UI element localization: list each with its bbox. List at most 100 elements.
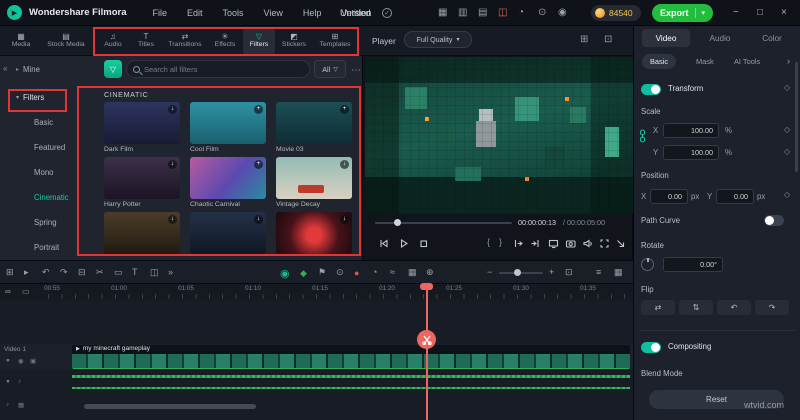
menu-file[interactable]: File [143,8,178,18]
filter-thumbnail[interactable]: ↓ [276,157,352,199]
coins-badge[interactable]: 84540 [591,5,641,21]
scale-y-keyframe-icon[interactable]: ◇ [784,148,790,156]
tab-audio-props[interactable]: Audio [696,29,744,47]
display-mode-icon[interactable] [548,236,559,254]
marker-icon[interactable]: ⚑ [318,268,326,277]
rotate-ccw-button[interactable]: ↶ [717,300,751,315]
filter-card-movie-03[interactable]: + Movie 03 [276,102,352,154]
scale-y-input[interactable]: 100.00 [663,145,719,160]
redo-icon[interactable]: ↷ [60,268,68,277]
player-grid-view-icon[interactable]: ⊞ [580,35,588,45]
add-icon[interactable]: + [340,105,349,114]
sidebar-item-mine[interactable]: ▸ Mine [16,66,40,74]
player-expand-icon[interactable]: ⊡ [604,35,612,45]
filter-card-vintage-decay[interactable]: ↓ Vintage Decay [276,157,352,209]
compositing-toggle[interactable] [641,342,661,353]
track-manager-icon[interactable]: ▦ [408,268,417,277]
layout-icon[interactable]: ▤ [478,8,487,18]
scale-x-keyframe-icon[interactable]: ◇ [784,126,790,134]
filter-card-cool-film[interactable]: + Cool Film [190,102,266,154]
export-button[interactable]: Export ▾ [652,4,714,22]
media-browser-icon[interactable]: ⊞ [6,268,14,277]
audio-mixer-icon[interactable]: ≈ [390,268,395,277]
filter-card-dark-film[interactable]: ↓ Dark Film [104,102,180,154]
zoom-slider-handle[interactable] [514,269,521,276]
subtab-mask[interactable]: Mask [688,54,722,69]
track-mute-icon[interactable]: ● [6,357,10,364]
rotate-dial[interactable] [641,258,654,271]
rotate-input[interactable]: 0.00° [663,257,723,272]
sidebar-item-mono[interactable]: Mono [34,169,54,177]
notification-icon[interactable]: ◔ [518,8,524,18]
filter-card[interactable]: ↓ [276,212,352,254]
track-lock-icon[interactable]: ▣ [30,357,36,365]
tab-stock-media[interactable]: ▤ Stock Media [42,27,90,55]
crop-icon[interactable]: ▭ [114,268,123,277]
link-scale-icon[interactable] [638,129,647,148]
tab-stickers[interactable]: ◩ Stickers [277,27,311,55]
download-icon[interactable]: ↓ [168,160,177,169]
filter-thumbnail[interactable]: ↓ [104,157,180,199]
sidebar-item-spring[interactable]: Spring [34,219,57,227]
filter-card[interactable]: ↓ [190,212,266,254]
filter-thumbnail[interactable]: + [276,102,352,144]
sidebar-item-portrait[interactable]: Portrait [34,244,59,252]
close-button[interactable]: × [781,7,787,18]
tab-media[interactable]: ▦ Media [2,27,40,55]
download-icon[interactable]: ↓ [340,215,349,224]
track-grid-icon[interactable]: ▦ [18,401,24,409]
stop-icon[interactable] [418,236,429,254]
sidebar-item-cinematic[interactable]: Cinematic [34,194,69,202]
filter-card-harry-potter[interactable]: ↓ Harry Potter [104,157,180,209]
play-icon[interactable] [398,236,409,254]
filter-thumbnail[interactable]: + [190,102,266,144]
add-icon[interactable]: + [254,105,263,114]
link-clips-icon[interactable]: ∞ [5,288,11,296]
download-icon[interactable]: ↓ [168,215,177,224]
playhead-handle[interactable] [420,283,433,290]
undo-icon[interactable]: ↶ [42,268,50,277]
pos-x-input[interactable]: 0.00 [650,189,688,204]
more-tools-icon[interactable]: » [168,268,173,277]
search-input[interactable] [144,64,284,74]
filter-thumbnail[interactable]: ↓ [276,212,352,254]
sidebar-item-basic[interactable]: Basic [34,119,53,127]
pip-icon[interactable]: ◫ [150,268,159,277]
pointer-icon[interactable] [615,236,626,254]
add-track-icon[interactable]: ⊕ [426,268,434,277]
position-keyframe-icon[interactable]: ◇ [784,191,790,199]
audio-waveform-line[interactable] [72,375,630,378]
all-filter-chip[interactable]: All ▽ [314,60,346,78]
sidebar-item-filters[interactable]: ▾ Filters [16,94,44,102]
filter-thumbnail[interactable]: + [190,157,266,199]
timeline-ruler[interactable]: ∞ ▭ 00:55 01:00 01:05 01:10 01:15 01:20 … [0,284,633,300]
split-icon[interactable]: ✂ [96,268,104,277]
mark-out-icon[interactable] [529,236,540,254]
tab-templates[interactable]: ⊞ Templates [313,27,357,55]
download-icon[interactable]: ↓ [168,105,177,114]
tab-titles[interactable]: T Titles [131,27,161,55]
menu-help[interactable]: Help [293,8,332,18]
mark-out-brace-icon[interactable]: } [499,237,502,247]
tab-color[interactable]: Color [748,29,796,47]
quality-dropdown[interactable]: Full Quality ▾ [404,31,472,48]
select-tool-icon[interactable]: ▸ [24,268,29,277]
playhead-line[interactable] [426,284,428,420]
filter-thumbnail[interactable]: ↓ [104,212,180,254]
tab-audio[interactable]: ♫ Audio [97,27,129,55]
search-box[interactable] [126,60,310,78]
timeline-scrollbar[interactable] [84,404,256,409]
snapshot-camera-icon[interactable] [565,236,576,254]
filter-category-button[interactable]: ▽ [104,60,122,78]
speaker-icon[interactable] [582,236,593,254]
resource-icon[interactable]: ◫ [498,8,507,18]
timeline-clip[interactable]: ▶ my minecraft gameplay [72,345,630,369]
device-icon[interactable]: ▥ [458,8,467,18]
download-icon[interactable]: ↓ [254,215,263,224]
tab-video[interactable]: Video [642,29,690,47]
filter-thumbnail[interactable]: ↓ [190,212,266,254]
track-eye-icon[interactable]: ◉ [18,357,24,365]
menu-edit[interactable]: Edit [177,8,213,18]
speed-icon[interactable]: ◔ [372,268,377,277]
delete-icon[interactable]: ⊟ [78,268,86,277]
